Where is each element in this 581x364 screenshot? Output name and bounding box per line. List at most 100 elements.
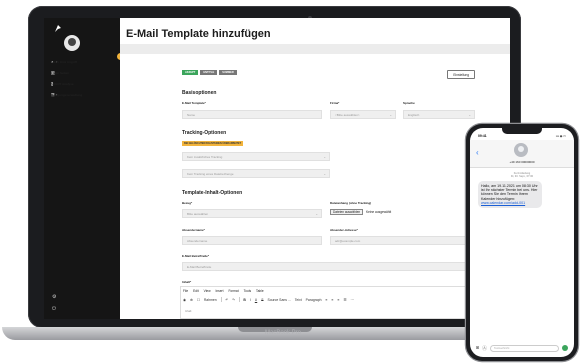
chip-summer[interactable]: SUMMER bbox=[219, 70, 237, 75]
camera-icon[interactable]: ◙ bbox=[476, 345, 479, 351]
bezug-value: Bitte auswählen bbox=[187, 212, 209, 216]
sidebar: ‹ ● Marlo Hinz Angriff › ▤ Login Seiten … bbox=[44, 18, 124, 319]
size-select[interactable]: Teixt bbox=[295, 298, 302, 302]
chip-akzept[interactable]: AKZEPT bbox=[182, 70, 199, 75]
compose-row: ◙ Ⓐ Textnachricht bbox=[476, 344, 568, 352]
send-icon[interactable] bbox=[562, 345, 568, 351]
sprache-label: Sprache bbox=[403, 101, 415, 105]
apps-icon[interactable]: Ⓐ bbox=[482, 345, 487, 352]
checkbox-icon[interactable]: ☐ bbox=[197, 298, 200, 302]
chevron-down-icon: ⌄ bbox=[468, 113, 471, 117]
message-link[interactable]: www.calendar.com/add-001 bbox=[481, 201, 525, 205]
betreff-label: E-Mail Betreffzeile* bbox=[182, 254, 210, 258]
message-bubble: Hallo, am 19.11.2021 um 08:30 Uhr ist Ih… bbox=[478, 181, 542, 209]
align-left-icon[interactable]: ≡ bbox=[326, 298, 328, 302]
message-time: Di, 30. Sept., 07:00 bbox=[510, 175, 534, 179]
avatar[interactable] bbox=[64, 35, 80, 51]
inhalt-label: Inhalt* bbox=[182, 280, 192, 284]
top-bar bbox=[120, 44, 510, 54]
add-icon[interactable]: ⊕ bbox=[190, 298, 193, 302]
chevron-down-icon: ⌄ bbox=[323, 155, 326, 159]
align-right-icon[interactable]: ≡ bbox=[337, 298, 339, 302]
message-meta: Kurzmitteilung Di, 30. Sept., 07:00 bbox=[470, 172, 574, 179]
sidebar-item-analyse[interactable]: ▮ SEGNT Analyse bbox=[51, 78, 115, 89]
sidebar-item-login[interactable]: ▤ Login Seiten bbox=[51, 67, 115, 78]
file-none-text: Keine ausgewählt bbox=[366, 210, 392, 214]
phone-screen: 09:41 ▪▪▪ ◉ ▭ ‹ +49 160 00000000 Kurzmit… bbox=[470, 128, 574, 357]
absadr-label: Absender-Adresse* bbox=[330, 228, 358, 232]
bezug-label: Bezug* bbox=[182, 201, 193, 205]
settings-button[interactable]: Einstellung bbox=[447, 70, 475, 79]
firma-select[interactable]: <Bitte auswählen> ⌄ bbox=[330, 110, 396, 119]
tracking-1-value: Kein zusätzliches Tracking bbox=[187, 155, 223, 159]
editor-menu-table[interactable]: Table bbox=[256, 289, 264, 293]
tracking-warning-badge: BEI GELÖSCHTEM BAUSTEINEN ÜBERARBEITET bbox=[182, 141, 244, 146]
editor-menu-view[interactable]: View bbox=[204, 289, 211, 293]
firma-label: Firma* bbox=[330, 101, 340, 105]
laptop-brand: MacBook Pro bbox=[264, 330, 301, 336]
editor-menu-insert[interactable]: Insert bbox=[216, 289, 224, 293]
editor-menu-file[interactable]: File bbox=[183, 289, 188, 293]
sidebar-item-belegung[interactable]: ☰ Belegungsverwaltung › bbox=[51, 89, 115, 100]
chevron-down-icon: ⌄ bbox=[323, 172, 326, 176]
font-select[interactable]: Source Sans ... bbox=[268, 298, 291, 302]
gear-icon[interactable]: ⚙ bbox=[52, 294, 56, 300]
editor-menubar: File Edit View Insert Format Tools Table bbox=[183, 289, 264, 293]
chevron-down-icon: ⌄ bbox=[389, 113, 392, 117]
power-icon[interactable]: ⏻ bbox=[52, 306, 56, 312]
tracking-select-2[interactable]: Kein Tracking eines Datebezhenge ⌄ bbox=[182, 169, 330, 178]
status-chips: AKZEPT ENTITLE SUMMER bbox=[182, 70, 237, 75]
editor-menu-format[interactable]: Format bbox=[228, 289, 238, 293]
more-icon[interactable]: ⋯ bbox=[351, 298, 354, 302]
undo-icon[interactable]: ↶ bbox=[225, 298, 228, 302]
sidebar-item-label: Login Seiten bbox=[51, 70, 69, 75]
sprache-select[interactable]: Englisch ⌄ bbox=[403, 110, 475, 119]
block-select[interactable]: Paragraph bbox=[306, 298, 322, 302]
list-icon[interactable]: ☰ bbox=[343, 298, 346, 302]
editor-body[interactable]: Inhalt bbox=[185, 310, 191, 313]
bezug-select[interactable]: Bitte auswählen ⌄ bbox=[182, 209, 322, 218]
editor-menu-tools[interactable]: Tools bbox=[244, 289, 251, 293]
section-inhalt: Template-Inhalt-Optionen bbox=[182, 190, 243, 196]
betreff-input[interactable]: E-Mail Betreffzeile bbox=[182, 262, 475, 271]
message-input[interactable]: Textnachricht bbox=[490, 344, 559, 352]
chevron-down-icon: ⌄ bbox=[315, 212, 318, 216]
editor-toolbar: ◉ ⊕ ☐ Rahmen ↶ ↷ B I U S Source Sans ...… bbox=[183, 297, 354, 302]
contact-avatar[interactable] bbox=[514, 143, 528, 157]
sidebar-menu: ● Marlo Hinz Angriff › ▤ Login Seiten ▮ … bbox=[51, 56, 115, 100]
sidebar-item-profile[interactable]: ● Marlo Hinz Angriff › bbox=[51, 56, 115, 67]
redo-icon[interactable]: ↷ bbox=[232, 298, 235, 302]
sprache-value: Englisch bbox=[408, 113, 420, 117]
underline-icon[interactable]: U bbox=[255, 298, 257, 302]
frame-toggle[interactable]: Rahmen bbox=[204, 298, 217, 302]
sidebar-item-label: Belegungsverwaltung bbox=[51, 92, 83, 97]
back-icon[interactable]: ‹ bbox=[476, 148, 479, 157]
logo-icon bbox=[55, 25, 61, 32]
template-label: E-Mail Template* bbox=[182, 101, 206, 105]
absadr-input[interactable]: adr@example.com bbox=[330, 236, 475, 245]
section-basis: Basisoptionen bbox=[182, 90, 217, 96]
template-input[interactable]: Name bbox=[182, 110, 322, 119]
stage: MacBook Pro ‹ ● Marlo Hinz Angriff › ▤ L… bbox=[0, 0, 581, 364]
chip-entitle[interactable]: ENTITLE bbox=[200, 70, 218, 75]
firma-value: <Bitte auswählen> bbox=[335, 113, 360, 117]
align-center-icon[interactable]: ≡ bbox=[332, 298, 334, 302]
section-tracking: Tracking-Optionen bbox=[182, 130, 227, 136]
contact-number[interactable]: +49 160 00000000 bbox=[470, 160, 574, 164]
person-icon[interactable]: ◉ bbox=[183, 298, 186, 302]
absender-input[interactable]: Absendername bbox=[182, 236, 322, 245]
italic-icon[interactable]: I bbox=[250, 298, 251, 302]
tracking-2-value: Kein Tracking eines Datebezhenge bbox=[187, 172, 234, 176]
editor-menu-edit[interactable]: Edit bbox=[193, 289, 199, 293]
sidebar-item-label: Marlo Hinz Angriff bbox=[51, 59, 77, 64]
sidebar-item-label: SEGNT Analyse bbox=[51, 81, 74, 86]
file-picker: Dateien auswählen Keine ausgewählt bbox=[330, 209, 391, 215]
toolbar-separator bbox=[220, 297, 222, 302]
phone-notch bbox=[502, 128, 542, 134]
strikethrough-icon[interactable]: S bbox=[261, 298, 263, 302]
tracking-select-1[interactable]: Kein zusätzliches Tracking ⌄ bbox=[182, 152, 330, 161]
status-time: 09:41 bbox=[478, 134, 487, 138]
file-choose-button[interactable]: Dateien auswählen bbox=[330, 209, 364, 215]
bold-icon[interactable]: B bbox=[243, 298, 245, 302]
absender-label: Absendername* bbox=[182, 228, 205, 232]
